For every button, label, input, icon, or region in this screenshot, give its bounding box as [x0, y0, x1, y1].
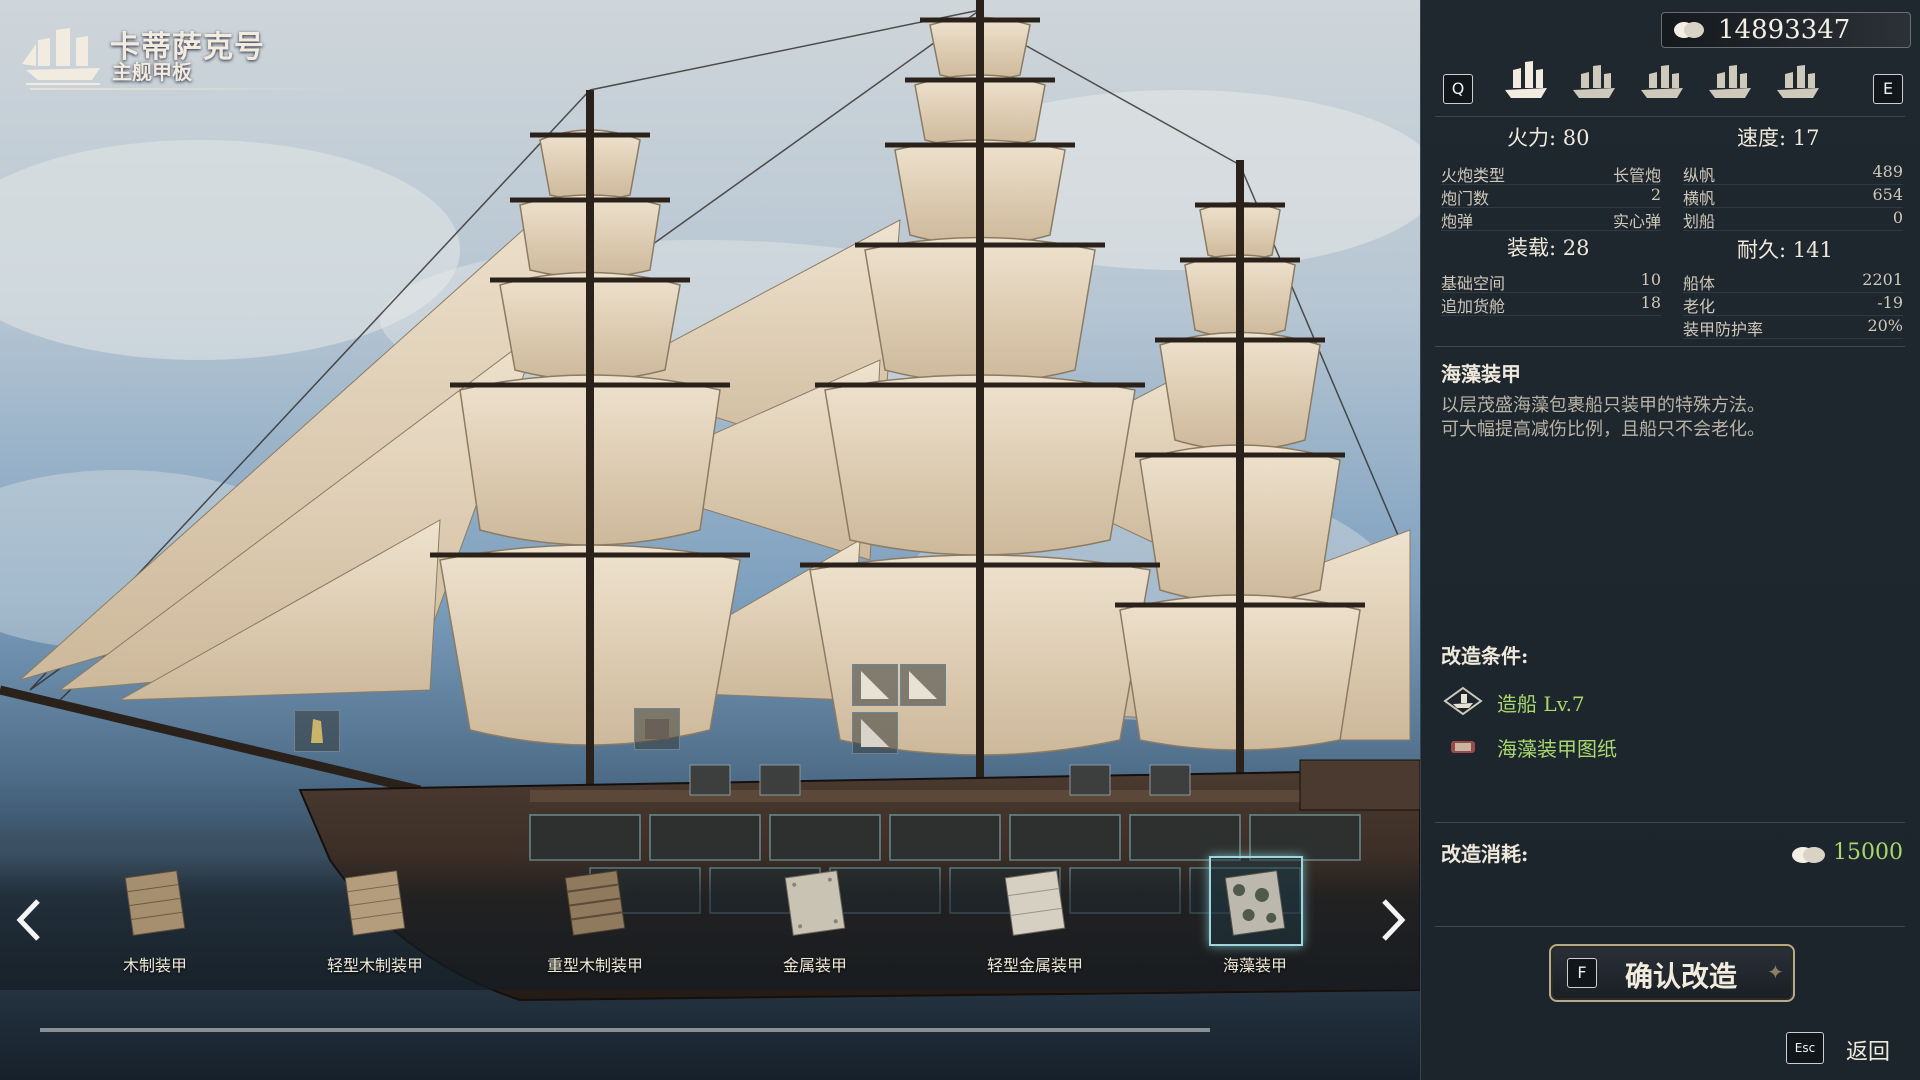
deck-slot-sail-2[interactable] [900, 664, 946, 706]
armor-option-metal[interactable]: 金属装甲 [740, 868, 890, 976]
confirm-modify-button[interactable]: F 确认改造 ✦ [1549, 944, 1795, 1002]
base-space-row: 基础空间 10 [1441, 270, 1661, 293]
coins-icon [1792, 847, 1825, 863]
confirm-key: F [1567, 958, 1597, 988]
cannon-type-row: 火炮类型 长管炮 [1441, 162, 1661, 185]
armor-option-wood[interactable]: 木制装甲 [80, 868, 230, 976]
cargo-stat: 装载: 28 [1507, 236, 1590, 260]
armor-option-label: 海藻装甲 [1222, 956, 1287, 975]
condition-text: 造船 Lv.7 [1497, 692, 1585, 716]
ship-stats-panel: 14893347 Q E 火力: 80 速度: 17 火炮类型 长管炮 炮门数 2 … [1420, 0, 1920, 1080]
star-ornament-icon: ✦ [1767, 960, 1784, 984]
selected-armor-title: 海藻装甲 [1441, 362, 1521, 386]
prev-arrow-icon[interactable] [14, 895, 44, 945]
fleet-ship-2-icon[interactable] [1569, 60, 1619, 104]
gun-ports-row: 炮门数 2 [1441, 185, 1661, 208]
divider [1435, 822, 1905, 823]
firepower-stat: 火力: 80 [1507, 126, 1590, 150]
deck-slot-sail-3[interactable] [852, 712, 898, 754]
cost-value: 15000 [1833, 840, 1903, 865]
hull-row: 船体 2201 [1683, 270, 1903, 293]
armor-option-label: 轻型木制装甲 [326, 956, 423, 975]
ammo-row: 炮弹 实心弹 [1441, 208, 1661, 231]
fleet-ship-5-icon[interactable] [1773, 60, 1823, 104]
speed-stat: 速度: 17 [1737, 126, 1820, 150]
armor-scrollbar[interactable] [40, 1028, 1210, 1032]
armor-rate-row: 装甲防护率 20% [1683, 316, 1903, 339]
armor-option-label: 轻型金属装甲 [986, 956, 1083, 975]
aging-row: 老化 -19 [1683, 293, 1903, 316]
divider [1435, 346, 1905, 347]
fore-aft-sail-row: 纵帆 489 [1683, 162, 1903, 185]
selected-armor-description: 以层茂盛海藻包裹船只装甲的特殊方法。 可大幅提高减伤比例，且船只不会老化。 [1441, 395, 1765, 440]
square-sail-row: 横帆 654 [1683, 185, 1903, 208]
deck-slot-figurehead[interactable] [294, 710, 340, 752]
durability-stat: 耐久: 141 [1737, 238, 1833, 262]
armor-option-label: 重型木制装甲 [546, 956, 643, 975]
fleet-ship-1-icon[interactable] [1501, 60, 1551, 104]
confirm-label: 确认改造 [1625, 960, 1738, 993]
heavy-wood-armor-icon [563, 868, 627, 938]
deck-name: 主舰甲板 [112, 60, 192, 84]
armor-option-label: 金属装甲 [782, 956, 847, 975]
gold-amount: 14893347 [1718, 15, 1851, 45]
back-button[interactable]: 返回 [1846, 1034, 1890, 1066]
armor-option-light-metal[interactable]: 轻型金属装甲 [960, 868, 1110, 976]
deck-slot-sail-1[interactable] [852, 664, 898, 706]
ship-view: 卡蒂萨克号 主舰甲板 木制装甲 轻型木制装甲 重型木制装甲 金属装甲 轻型金属装… [0, 0, 1420, 1080]
conditions-label: 改造条件: [1441, 644, 1529, 668]
cost-label: 改造消耗: [1441, 842, 1529, 866]
blueprint-icon [1451, 741, 1475, 753]
fleet-ship-4-icon[interactable] [1705, 60, 1755, 104]
armor-option-label: 木制装甲 [122, 956, 187, 975]
condition-text: 海藻装甲图纸 [1497, 737, 1617, 761]
shipbuilding-icon [1443, 686, 1483, 716]
scrollbar-thumb[interactable] [40, 1028, 1210, 1032]
divider [1435, 926, 1905, 927]
deck-slot-cargo[interactable] [634, 708, 680, 750]
next-ship-key[interactable]: E [1873, 74, 1903, 104]
prev-ship-key[interactable]: Q [1443, 74, 1473, 104]
light-metal-armor-icon [1003, 868, 1067, 938]
extra-hold-row: 追加货舱 18 [1441, 293, 1661, 316]
divider [1435, 116, 1905, 117]
fleet-ship-3-icon[interactable] [1637, 60, 1687, 104]
coins-icon [1674, 22, 1704, 38]
esc-key[interactable]: Esc [1786, 1032, 1824, 1064]
wood-armor-icon [123, 868, 187, 938]
seaweed-armor-icon [1209, 856, 1303, 946]
oars-row: 划船 0 [1683, 208, 1903, 231]
armor-option-heavy-wood[interactable]: 重型木制装甲 [520, 868, 670, 976]
armor-option-light-wood[interactable]: 轻型木制装甲 [300, 868, 450, 976]
metal-armor-icon [783, 868, 847, 938]
armor-option-seaweed[interactable]: 海藻装甲 [1180, 856, 1330, 976]
next-arrow-icon[interactable] [1378, 895, 1408, 945]
gold-display: 14893347 [1661, 12, 1911, 48]
light-wood-armor-icon [343, 868, 407, 938]
ship-emblem-icon [22, 28, 100, 85]
title-underline [30, 88, 350, 90]
